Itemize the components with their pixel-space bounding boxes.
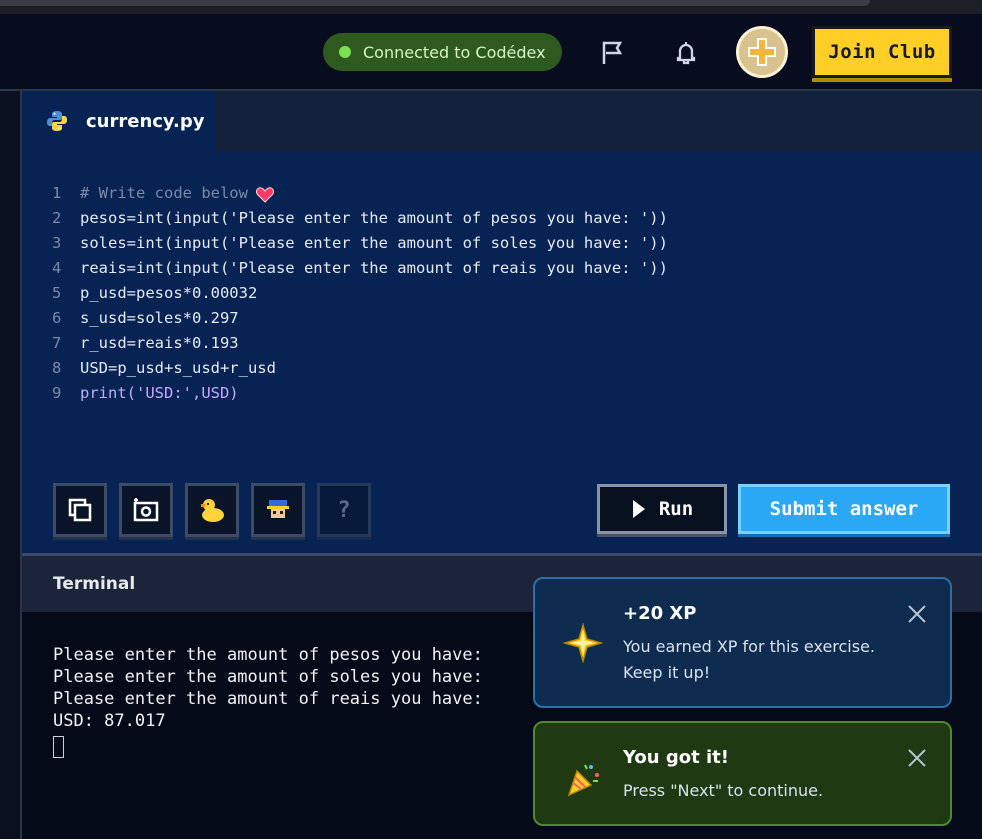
play-icon (632, 500, 645, 518)
terminal-line: Please enter the amount of soles you hav… (53, 667, 494, 687)
rubber-duck-button[interactable] (185, 483, 239, 537)
terminal-line: USD: 87.017 (53, 711, 166, 731)
code-line: 3 soles=int(input('Please enter the amoun… (52, 234, 668, 252)
status-dot-icon (339, 46, 351, 58)
terminal-output[interactable]: Please enter the amount of pesos you hav… (53, 644, 493, 758)
copy-icon (68, 498, 92, 522)
hint-character-icon (267, 500, 289, 518)
success-toast: You got it! Press "Next" to continue. (533, 721, 952, 826)
flag-icon[interactable] (598, 38, 628, 68)
camera-icon (133, 498, 159, 522)
python-icon (47, 111, 67, 131)
code-line: 8 USD=p_usd+s_usd+r_usd (52, 359, 276, 377)
terminal-cursor[interactable] (53, 736, 64, 758)
left-panel-edge (0, 91, 22, 839)
browser-scrollbar[interactable] (0, 0, 870, 6)
screenshot-button[interactable] (119, 483, 173, 537)
xp-toast-title: +20 XP (623, 603, 697, 624)
question-icon: ? (337, 497, 351, 523)
code-line: 5 p_usd=pesos*0.00032 (52, 284, 258, 302)
close-icon[interactable] (906, 747, 928, 769)
tab-currency-py[interactable]: currency.py (22, 91, 216, 151)
hint-button[interactable] (251, 483, 305, 537)
code-line: 7 r_usd=reais*0.193 (52, 334, 239, 352)
browser-top-strip (0, 0, 982, 14)
code-line: 2 pesos=int(input('Please enter the amoun… (52, 209, 668, 227)
help-button[interactable]: ? (317, 483, 371, 537)
join-club-button[interactable]: Join Club (812, 26, 952, 78)
sparkle-icon (561, 621, 605, 665)
code-line: 6 s_usd=soles*0.297 (52, 309, 239, 327)
connection-status-pill[interactable]: Connected to Codédex (323, 33, 562, 71)
success-toast-title: You got it! (623, 747, 729, 768)
close-icon[interactable] (906, 603, 928, 625)
editor-toolbar: ? (53, 483, 371, 537)
avatar[interactable] (736, 26, 788, 78)
terminal-line: Please enter the amount of reais you hav… (53, 689, 494, 709)
editor-tab-bar: currency.py (22, 91, 982, 151)
tab-label: currency.py (86, 110, 205, 132)
connection-status-label: Connected to Codédex (363, 42, 546, 62)
run-label: Run (658, 498, 694, 520)
success-toast-message: Press "Next" to continue. (623, 781, 824, 800)
terminal-line: Please enter the amount of pesos you hav… (53, 645, 494, 665)
submit-answer-button[interactable]: Submit answer (738, 484, 950, 534)
terminal-title: Terminal (53, 574, 136, 594)
xp-toast: +20 XP You earned XP for this exercise. … (533, 577, 952, 708)
page: Connected to Codédex Join Club currency.… (0, 0, 982, 839)
copy-button[interactable] (53, 483, 107, 537)
party-popper-icon (561, 757, 605, 801)
heart-icon (255, 186, 274, 206)
code-line: 1 # Write code below (52, 181, 668, 206)
code-editor: currency.py 1 # Write code below 2 pesos=i… (22, 91, 982, 553)
code-area[interactable]: 1 # Write code below 2 pesos=int(input('Pl… (52, 181, 668, 406)
code-line: 4 reais=int(input('Please enter the amoun… (52, 259, 668, 277)
xp-toast-message: You earned XP for this exercise. Keep it… (623, 637, 876, 682)
code-line: 9 print('USD:',USD) (52, 384, 239, 402)
run-button[interactable]: Run (597, 484, 727, 534)
duck-icon (201, 499, 224, 522)
app-header: Connected to Codédex Join Club (0, 14, 982, 91)
bell-icon[interactable] (671, 38, 701, 68)
